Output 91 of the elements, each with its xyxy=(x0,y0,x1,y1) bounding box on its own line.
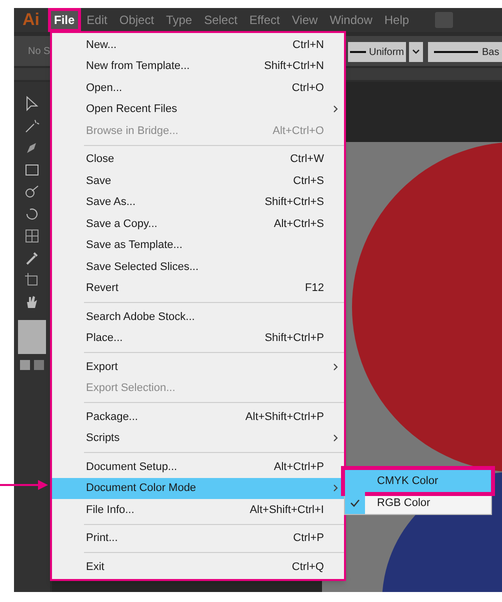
menu-item[interactable]: Export xyxy=(52,356,344,378)
menu-item-label: New from Template... xyxy=(86,59,191,74)
menu-item[interactable]: Search Adobe Stock... xyxy=(52,306,344,328)
menu-item-label: Save xyxy=(86,174,112,188)
menu-bar-item[interactable]: Object xyxy=(113,8,160,32)
shortcut-label: Ctrl+N xyxy=(292,38,324,52)
cursor-icon[interactable] xyxy=(24,96,40,112)
stroke-line-icon xyxy=(350,50,366,54)
menu-item-label: Scripts xyxy=(86,431,121,446)
menu-item-label: File Info... xyxy=(86,502,136,518)
menu-item-label: Save a Copy... xyxy=(86,216,158,232)
menu-bar-item[interactable]: Help xyxy=(378,8,416,32)
shortcut-label: Alt+Shift+Ctrl+P xyxy=(245,410,324,424)
menu-item[interactable]: Scripts xyxy=(52,428,344,449)
shortcut-label: F12 xyxy=(305,281,324,296)
shortcut-label: Shift+Ctrl+N xyxy=(264,59,324,74)
menu-bar-item[interactable]: Window xyxy=(324,8,378,32)
menu-item[interactable]: Open Recent Files xyxy=(52,98,344,120)
menu-bar-item[interactable]: Select xyxy=(198,8,244,32)
shortcut-label: Shift+Ctrl+P xyxy=(264,331,324,346)
fill-swatch[interactable] xyxy=(18,320,46,354)
menu-item-label: Place... xyxy=(86,331,124,346)
menu-item[interactable]: Exit Ctrl+Q xyxy=(52,556,344,578)
menu-bar-item[interactable]: Edit xyxy=(80,8,114,32)
submenu-item[interactable]: CMYK Color xyxy=(345,470,491,492)
shortcut-label: Alt+Ctrl+S xyxy=(274,216,324,232)
wand-icon[interactable] xyxy=(24,118,40,134)
shortcut-label: Alt+Ctrl+O xyxy=(272,124,324,138)
menu-item-label: Export Selection... xyxy=(86,381,176,396)
shortcut-label: Ctrl+O xyxy=(292,80,324,96)
menu-item[interactable]: Package... Alt+Shift+Ctrl+P xyxy=(52,406,344,428)
menu-item-label: Document Setup... xyxy=(86,460,178,474)
shortcut-label: Ctrl+W xyxy=(290,152,324,167)
submenu-item[interactable]: RGB Color xyxy=(345,492,491,514)
eyedropper-icon[interactable] xyxy=(24,250,40,266)
brush-dropdown[interactable]: Bas xyxy=(428,42,502,62)
menu-item[interactable]: Save Selected Slices... xyxy=(52,256,344,278)
menu-item-label: Open Recent Files xyxy=(86,102,178,117)
menu-bar-item[interactable]: Type xyxy=(160,8,198,32)
rectangle-icon[interactable] xyxy=(24,162,40,178)
menu-item-label: Save Selected Slices... xyxy=(86,260,200,274)
menu-item-label: Print... xyxy=(86,531,119,546)
menu-item[interactable]: Document Setup... Alt+Ctrl+P xyxy=(52,456,344,478)
menu-item[interactable]: Open... Ctrl+O xyxy=(52,77,344,98)
stroke-profile-dropdown[interactable]: Uniform xyxy=(348,42,406,62)
menu-item[interactable]: Save as Template... xyxy=(52,234,344,256)
menu-item-label: Search Adobe Stock... xyxy=(86,310,196,324)
menu-item[interactable]: New... Ctrl+N xyxy=(52,34,344,56)
shortcut-label: Shift+Ctrl+S xyxy=(264,195,324,210)
chevron-down-icon xyxy=(412,49,420,55)
stroke-line-icon xyxy=(434,50,478,54)
hand-icon[interactable] xyxy=(24,294,40,310)
menu-item-label: Document Color Mode xyxy=(86,481,198,496)
rotate-icon[interactable] xyxy=(24,206,40,222)
mesh-icon[interactable] xyxy=(24,228,40,244)
menu-item[interactable]: Close Ctrl+W xyxy=(52,148,344,170)
menu-bar-item[interactable]: View xyxy=(286,8,324,32)
menu-item[interactable]: Save As... Shift+Ctrl+S xyxy=(52,192,344,213)
menu-item[interactable]: Place... Shift+Ctrl+P xyxy=(52,328,344,349)
menu-item-label: Browse in Bridge... xyxy=(86,124,180,138)
menu-item[interactable]: Revert F12 xyxy=(52,278,344,299)
checkmark-icon xyxy=(350,499,360,507)
menu-item-label: Open... xyxy=(86,80,124,96)
menu-item[interactable]: Save Ctrl+S xyxy=(52,170,344,192)
shortcut-label: Ctrl+S xyxy=(293,174,324,188)
fill-label: No S xyxy=(28,44,50,58)
menu-item-label: Revert xyxy=(86,281,120,296)
dropdown-button[interactable] xyxy=(409,42,423,62)
submenu-item-label: RGB Color xyxy=(377,496,430,511)
menu-item-label: Close xyxy=(86,152,116,167)
shortcut-label: Alt+Shift+Ctrl+I xyxy=(250,502,324,518)
menu-bar-item[interactable]: File xyxy=(48,8,81,32)
menu-item[interactable]: Print... Ctrl+P xyxy=(52,528,344,549)
menu-item-label: Exit xyxy=(86,560,106,574)
submenu-item-label: CMYK Color xyxy=(377,474,438,489)
menu-item-label: Save As... xyxy=(86,195,137,210)
menu-item-label: Export xyxy=(86,360,119,374)
color-mode-icon[interactable] xyxy=(20,360,30,370)
menu-item[interactable]: Document Color Mode xyxy=(52,478,344,499)
shortcut-label: Alt+Ctrl+P xyxy=(274,460,324,474)
app-logo: Ai xyxy=(22,9,40,32)
menu-item[interactable]: File Info... Alt+Shift+Ctrl+I xyxy=(52,499,344,520)
menu-item-label: Save as Template... xyxy=(86,238,184,253)
shortcut-label: Ctrl+Q xyxy=(292,560,324,574)
menu-item[interactable]: New from Template... Shift+Ctrl+N xyxy=(52,56,344,77)
menu-item-label: Package... xyxy=(86,410,139,424)
artboard-icon[interactable] xyxy=(24,272,40,288)
menu-bar-item[interactable]: Effect xyxy=(243,8,286,32)
menu-item[interactable]: Save a Copy... Alt+Ctrl+S xyxy=(52,213,344,234)
menu-item-label: New... xyxy=(86,38,118,52)
shortcut-label: Ctrl+P xyxy=(293,531,324,546)
